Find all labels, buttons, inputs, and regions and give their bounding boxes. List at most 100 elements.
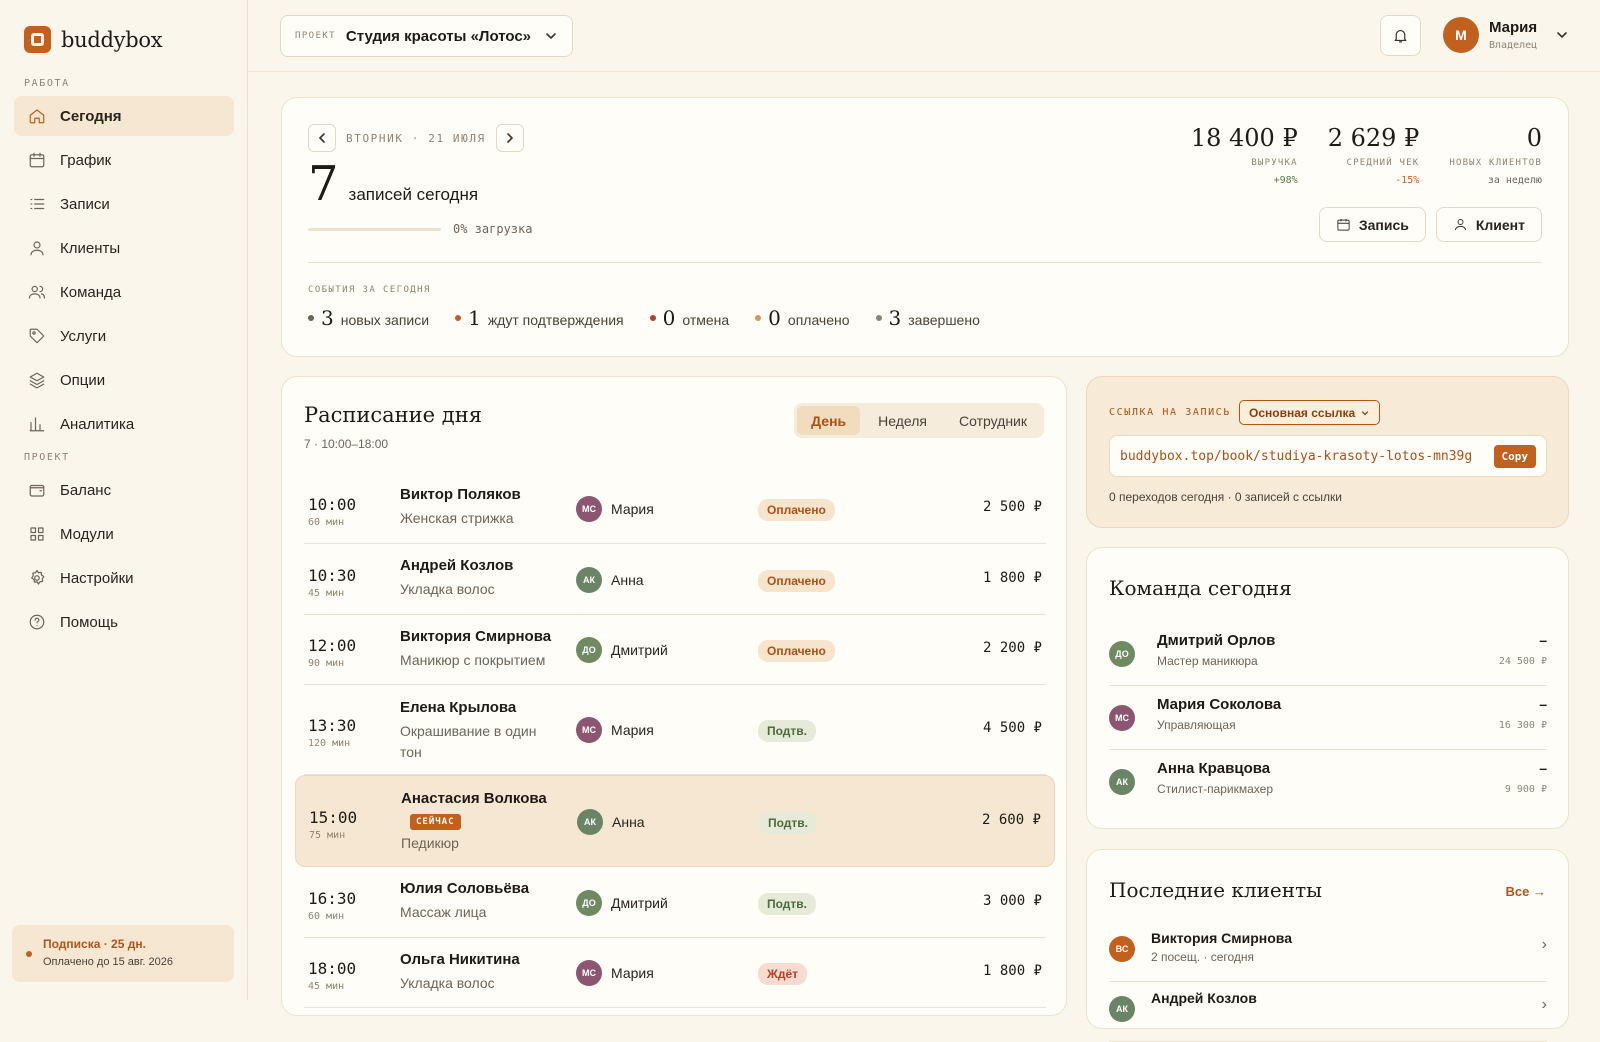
table-row[interactable]: 10:00 60 мин Виктор Поляков Женская стрижка…: [304, 473, 1046, 544]
kpi-value: 0: [1526, 124, 1542, 152]
event-label: отмена: [682, 312, 730, 328]
table-row[interactable]: 18:00 45 мин Ольга Никитина Укладка волос МС…: [304, 938, 1046, 1008]
table-row[interactable]: 13:30 120 мин Елена Крылова Окрашивание в о…: [304, 685, 1046, 775]
booking-staff-name: Мария: [611, 500, 654, 517]
booking-client: Виктор Поляков: [400, 486, 521, 503]
sidebar-item-project-1[interactable]: Модули: [14, 514, 234, 554]
tab-day[interactable]: День: [797, 406, 861, 435]
event-item: 0 оплачено: [755, 306, 850, 330]
event-count: 3: [321, 306, 334, 330]
bell-icon: [1394, 29, 1407, 43]
booking-link-label: ССЫЛКА НА ЗАПИСЬ: [1109, 407, 1231, 418]
avatar: МС: [1109, 705, 1135, 731]
all-clients-link[interactable]: Все →: [1506, 884, 1546, 899]
member-role: Управляющая: [1157, 718, 1236, 732]
kpi-delta: за неделю: [1487, 175, 1542, 186]
booking-time: 15:00: [309, 808, 358, 827]
booking-link-selector[interactable]: Основная ссылка: [1239, 400, 1381, 425]
event-item: 3 завершено: [875, 306, 980, 330]
team-title: Команда сегодня: [1109, 576, 1292, 600]
load-indicator: 0% загрузка: [308, 222, 532, 236]
new-client-button[interactable]: Клиент: [1435, 207, 1542, 242]
booking-staff-name: Дмитрий: [611, 642, 668, 658]
subscription-title: Подписка · 25 дн.: [43, 937, 146, 951]
schedule-subtitle: 7 · 10:00–18:00: [304, 437, 389, 451]
now-badge: СЕЙЧАС: [410, 814, 461, 830]
copy-link-button[interactable]: Copy: [1493, 444, 1536, 468]
sidebar-item-label: Сегодня: [60, 107, 122, 125]
list-item[interactable]: МС Мария Соколова Управляющая – 16 300 ₽: [1109, 686, 1547, 750]
event-count: 0: [768, 306, 781, 330]
sidebar-item-work-2[interactable]: Записи: [14, 184, 234, 224]
tab-staff[interactable]: Сотрудник: [945, 406, 1041, 435]
team-list: ДО Дмитрий Орлов Мастер маникюра – 24 500 ₽ М…: [1109, 622, 1547, 814]
tab-week[interactable]: Неделя: [864, 406, 941, 435]
new-booking-button[interactable]: Запись: [1318, 207, 1426, 242]
layers-icon: [29, 372, 45, 389]
sidebar-item-work-1[interactable]: График: [14, 140, 234, 180]
member-status: –: [1539, 760, 1547, 776]
avatar: МС: [576, 960, 602, 986]
event-item: 1 ждут подтверждения: [455, 306, 624, 330]
bookings-count-label: записей сегодня: [348, 185, 479, 204]
list-item[interactable]: ВС Виктория Смирнова 2 посещ. · сегодня ›: [1109, 922, 1547, 982]
member-name: Мария Соколова: [1157, 696, 1282, 713]
prev-day-button[interactable]: [308, 124, 336, 152]
sidebar-item-label: Настройки: [60, 569, 134, 587]
calendar-icon: [1337, 218, 1350, 231]
project-picker[interactable]: ПРОЕКТ Студия красоты «Лотос»: [280, 15, 573, 57]
booking-time: 13:30: [308, 716, 357, 735]
booking-link-field[interactable]: buddybox.top/book/studiya-krasoty-lotos-…: [1109, 435, 1547, 477]
chevron-right-icon[interactable]: ›: [1542, 936, 1547, 954]
list-item[interactable]: АК Андрей Козлов ›: [1109, 982, 1547, 1042]
table-row[interactable]: 12:00 90 мин Виктория Смирнова Маникюр с по…: [304, 615, 1046, 685]
sidebar-item-work-4[interactable]: Команда: [14, 272, 234, 312]
table-row[interactable]: 15:00 75 мин Анастасия Волкова СЕЙЧАС Педикю…: [295, 775, 1055, 867]
sidebar-item-work-0[interactable]: Сегодня: [14, 96, 234, 136]
table-row[interactable]: 10:30 45 мин Андрей Козлов Укладка волос АК А…: [304, 544, 1046, 615]
sidebar-item-label: График: [60, 151, 112, 169]
sidebar-item-label: Записи: [60, 195, 110, 213]
sidebar-item-project-0[interactable]: Баланс: [14, 470, 234, 510]
notifications-button[interactable]: [1380, 15, 1421, 56]
event-item: 0 отмена: [649, 306, 730, 330]
sidebar-item-project-3[interactable]: Помощь: [14, 602, 234, 642]
sidebar-item-work-3[interactable]: Клиенты: [14, 228, 234, 268]
booking-price: 2 600 ₽: [981, 812, 1041, 828]
member-amount: 9 900 ₽: [1504, 784, 1547, 795]
event-dot: [755, 315, 762, 321]
bookings-count: 7 записей сегодня: [308, 156, 478, 212]
sidebar-item-label: Аналитика: [60, 415, 135, 433]
member-role: Стилист-парикмахер: [1157, 782, 1273, 796]
avatar: ВС: [1109, 936, 1135, 962]
sidebar-item-project-2[interactable]: Настройки: [14, 558, 234, 598]
brand[interactable]: buddybox: [24, 26, 163, 53]
chevron-right-icon[interactable]: ›: [1542, 996, 1547, 1014]
list-item[interactable]: АК Анна Кравцова Стилист-парикмахер – 9 900 …: [1109, 750, 1547, 814]
brand-name: buddybox: [61, 27, 163, 52]
sidebar: buddybox РАБОТА Сегодня График Записи Клиен…: [0, 0, 248, 1000]
home-icon: [29, 109, 45, 124]
gear-icon: [31, 569, 45, 585]
sidebar-item-work-5[interactable]: Услуги: [14, 316, 234, 356]
booking-price: 3 000 ₽: [982, 892, 1042, 909]
next-day-button[interactable]: [495, 124, 524, 152]
list-item[interactable]: ДО Дмитрий Орлов Мастер маникюра – 24 500 ₽: [1109, 622, 1547, 686]
sidebar-item-work-6[interactable]: Опции: [14, 360, 234, 400]
member-status: –: [1539, 632, 1547, 648]
status-badge: Оплачено: [758, 569, 835, 592]
event-dot: [455, 315, 462, 321]
user-menu[interactable]: М Мария Владелец: [1443, 17, 1569, 53]
user-icon: [30, 241, 44, 256]
sidebar-item-work-7[interactable]: Аналитика: [14, 404, 234, 444]
kpi-stats: 18 400 ₽ ВЫРУЧКА +98% 2 629 ₽ СРЕДНИЙ ЧЕК -15…: [1191, 124, 1542, 186]
client-name: Виктория Смирнова: [1151, 930, 1293, 946]
member-name: Дмитрий Орлов: [1157, 632, 1276, 649]
user-icon: [1454, 219, 1466, 231]
booking-duration: 60 мин: [308, 910, 345, 922]
event-dot: [875, 315, 882, 321]
booking-client: Елена Крылова: [400, 699, 517, 716]
booking-staff: МС Мария: [576, 495, 654, 522]
subscription-panel[interactable]: Подписка · 25 дн. Оплачено до 15 авг. 20…: [12, 925, 234, 982]
table-row[interactable]: 16:30 60 мин Юлия Соловьёва Массаж лица ДО Дм…: [304, 867, 1046, 938]
